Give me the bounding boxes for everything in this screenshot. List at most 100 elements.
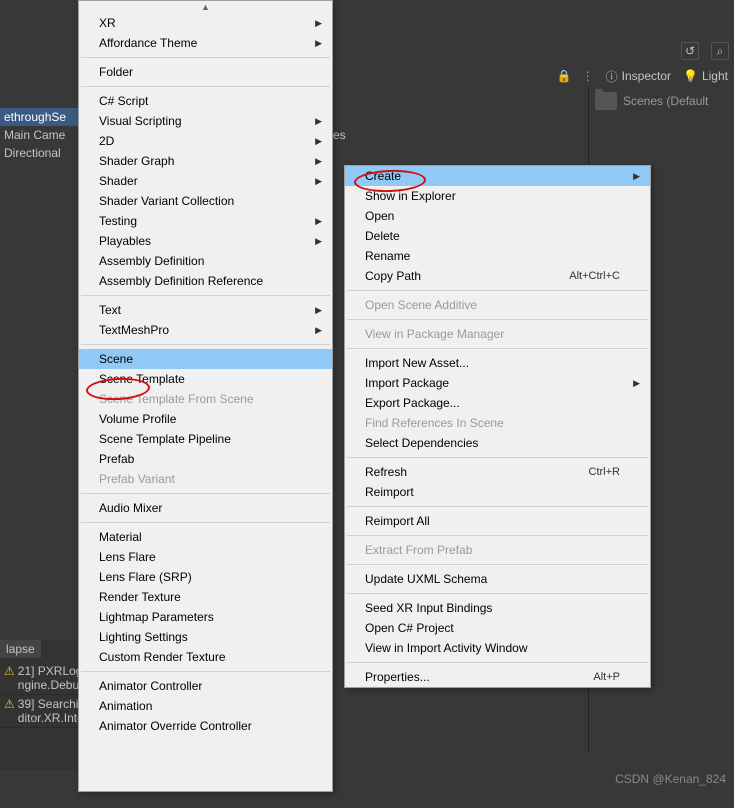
- menu-item-label: Volume Profile: [99, 412, 176, 426]
- create-item-affordance-theme[interactable]: Affordance Theme▶: [79, 33, 332, 53]
- ctx-item-open[interactable]: Open: [345, 206, 650, 226]
- ctx-item-rename[interactable]: Rename: [345, 246, 650, 266]
- create-item-custom-render-texture[interactable]: Custom Render Texture: [79, 647, 332, 667]
- create-item-shader[interactable]: Shader▶: [79, 171, 332, 191]
- menu-item-label: Scene: [99, 352, 133, 366]
- menu-separator: [81, 671, 330, 672]
- favorites-fragment: es: [333, 128, 353, 142]
- menu-item-label: Shader Graph: [99, 154, 174, 168]
- create-item-testing[interactable]: Testing▶: [79, 211, 332, 231]
- create-item-scene[interactable]: Scene: [79, 349, 332, 369]
- menu-item-label: Animation: [99, 699, 152, 713]
- ctx-item-select-dependencies[interactable]: Select Dependencies: [345, 433, 650, 453]
- create-item-lens-flare[interactable]: Lens Flare: [79, 547, 332, 567]
- menu-item-label: Select Dependencies: [365, 436, 478, 450]
- create-item-assembly-definition[interactable]: Assembly Definition: [79, 251, 332, 271]
- menu-separator: [347, 457, 648, 458]
- create-submenu: ▲ XR▶Affordance Theme▶FolderC# ScriptVis…: [78, 0, 333, 792]
- menu-item-label: Properties...: [365, 670, 430, 684]
- create-item-lens-flare-srp-[interactable]: Lens Flare (SRP): [79, 567, 332, 587]
- ctx-item-delete[interactable]: Delete: [345, 226, 650, 246]
- ctx-item-reimport-all[interactable]: Reimport All: [345, 511, 650, 531]
- console-entry[interactable]: ⚠ 39] Searchin ditor.XR.Inte: [0, 695, 78, 728]
- submenu-arrow-icon: ▶: [633, 171, 640, 182]
- ctx-item-properties-[interactable]: Properties...Alt+P: [345, 667, 650, 687]
- create-item-c-script[interactable]: C# Script: [79, 91, 332, 111]
- menu-item-label: Audio Mixer: [99, 501, 162, 515]
- create-item-lighting-settings[interactable]: Lighting Settings: [79, 627, 332, 647]
- ctx-item-reimport[interactable]: Reimport: [345, 482, 650, 502]
- console-tab[interactable]: lapse: [0, 640, 41, 658]
- ctx-item-export-package-[interactable]: Export Package...: [345, 393, 650, 413]
- create-item-animation[interactable]: Animation: [79, 696, 332, 716]
- menu-dots-icon[interactable]: ⋮: [582, 69, 594, 83]
- console-text: 21] PXRLog: [18, 664, 78, 678]
- watermark: CSDN @Kenan_824: [615, 772, 726, 786]
- create-item-text[interactable]: Text▶: [79, 300, 332, 320]
- create-item-2d[interactable]: 2D▶: [79, 131, 332, 151]
- create-item-volume-profile[interactable]: Volume Profile: [79, 409, 332, 429]
- ctx-item-view-in-import-activity-window[interactable]: View in Import Activity Window: [345, 638, 650, 658]
- menu-item-label: Delete: [365, 229, 400, 243]
- create-item-shader-variant-collection[interactable]: Shader Variant Collection: [79, 191, 332, 211]
- ctx-item-create[interactable]: Create▶: [345, 166, 650, 186]
- create-item-animator-controller[interactable]: Animator Controller: [79, 676, 332, 696]
- create-item-audio-mixer[interactable]: Audio Mixer: [79, 498, 332, 518]
- create-item-visual-scripting[interactable]: Visual Scripting▶: [79, 111, 332, 131]
- menu-item-label: Assembly Definition: [99, 254, 204, 268]
- ctx-item-seed-xr-input-bindings[interactable]: Seed XR Input Bindings: [345, 598, 650, 618]
- create-item-xr[interactable]: XR▶: [79, 13, 332, 33]
- menu-item-label: Scene Template Pipeline: [99, 432, 231, 446]
- menu-item-label: Find References In Scene: [365, 416, 504, 430]
- menu-shortcut: Ctrl+R: [589, 466, 620, 478]
- ctx-item-refresh[interactable]: RefreshCtrl+R: [345, 462, 650, 482]
- scroll-up-arrow[interactable]: ▲: [79, 1, 332, 13]
- menu-item-label: Prefab Variant: [99, 472, 175, 486]
- create-item-playables[interactable]: Playables▶: [79, 231, 332, 251]
- hierarchy-selected[interactable]: ethroughSe: [0, 108, 78, 126]
- menu-item-label: Affordance Theme: [99, 36, 197, 50]
- menu-separator: [81, 295, 330, 296]
- create-item-prefab[interactable]: Prefab: [79, 449, 332, 469]
- create-item-lightmap-parameters[interactable]: Lightmap Parameters: [79, 607, 332, 627]
- menu-item-label: Import New Asset...: [365, 356, 469, 370]
- menu-separator: [81, 522, 330, 523]
- menu-item-label: Lighting Settings: [99, 630, 188, 644]
- menu-separator: [347, 662, 648, 663]
- create-item-scene-template-pipeline[interactable]: Scene Template Pipeline: [79, 429, 332, 449]
- ctx-item-show-in-explorer[interactable]: Show in Explorer: [345, 186, 650, 206]
- ctx-item-import-new-asset-[interactable]: Import New Asset...: [345, 353, 650, 373]
- console-entry[interactable]: ⚠ 21] PXRLog ngine.Debug: [0, 662, 78, 695]
- lock-icon[interactable]: 🔒: [557, 69, 572, 83]
- ctx-item-copy-path[interactable]: Copy PathAlt+Ctrl+C: [345, 266, 650, 286]
- history-icon[interactable]: ↺: [681, 42, 699, 60]
- create-item-assembly-definition-reference[interactable]: Assembly Definition Reference: [79, 271, 332, 291]
- folder-header[interactable]: Scenes (Default: [589, 88, 734, 114]
- create-item-render-texture[interactable]: Render Texture: [79, 587, 332, 607]
- folder-icon: [595, 92, 617, 110]
- menu-separator: [81, 344, 330, 345]
- create-item-shader-graph[interactable]: Shader Graph▶: [79, 151, 332, 171]
- create-item-animator-override-controller[interactable]: Animator Override Controller: [79, 716, 332, 736]
- menu-item-label: Reimport: [365, 485, 414, 499]
- hierarchy-item[interactable]: Directional: [0, 144, 78, 162]
- menu-item-label: Lightmap Parameters: [99, 610, 214, 624]
- menu-item-label: 2D: [99, 134, 114, 148]
- create-item-scene-template[interactable]: Scene Template: [79, 369, 332, 389]
- menu-item-label: Reimport All: [365, 514, 430, 528]
- ctx-item-open-c-project[interactable]: Open C# Project: [345, 618, 650, 638]
- create-item-material[interactable]: Material: [79, 527, 332, 547]
- hierarchy-item[interactable]: Main Came: [0, 126, 78, 144]
- tab-lighting[interactable]: 💡 Light: [677, 67, 734, 85]
- tabs-row: 🔒 ⋮ ⓘ Inspector 💡 Light: [333, 65, 734, 87]
- create-item-textmeshpro[interactable]: TextMeshPro▶: [79, 320, 332, 340]
- tab-inspector[interactable]: ⓘ Inspector: [600, 66, 677, 87]
- assets-context-menu: Create▶Show in ExplorerOpenDeleteRenameC…: [344, 165, 651, 688]
- ctx-item-import-package[interactable]: Import Package▶: [345, 373, 650, 393]
- search-icon[interactable]: ⌕: [711, 42, 729, 60]
- menu-separator: [347, 290, 648, 291]
- ctx-item-update-uxml-schema[interactable]: Update UXML Schema: [345, 569, 650, 589]
- create-item-folder[interactable]: Folder: [79, 62, 332, 82]
- menu-item-label: View in Import Activity Window: [365, 641, 528, 655]
- submenu-arrow-icon: ▶: [315, 116, 322, 127]
